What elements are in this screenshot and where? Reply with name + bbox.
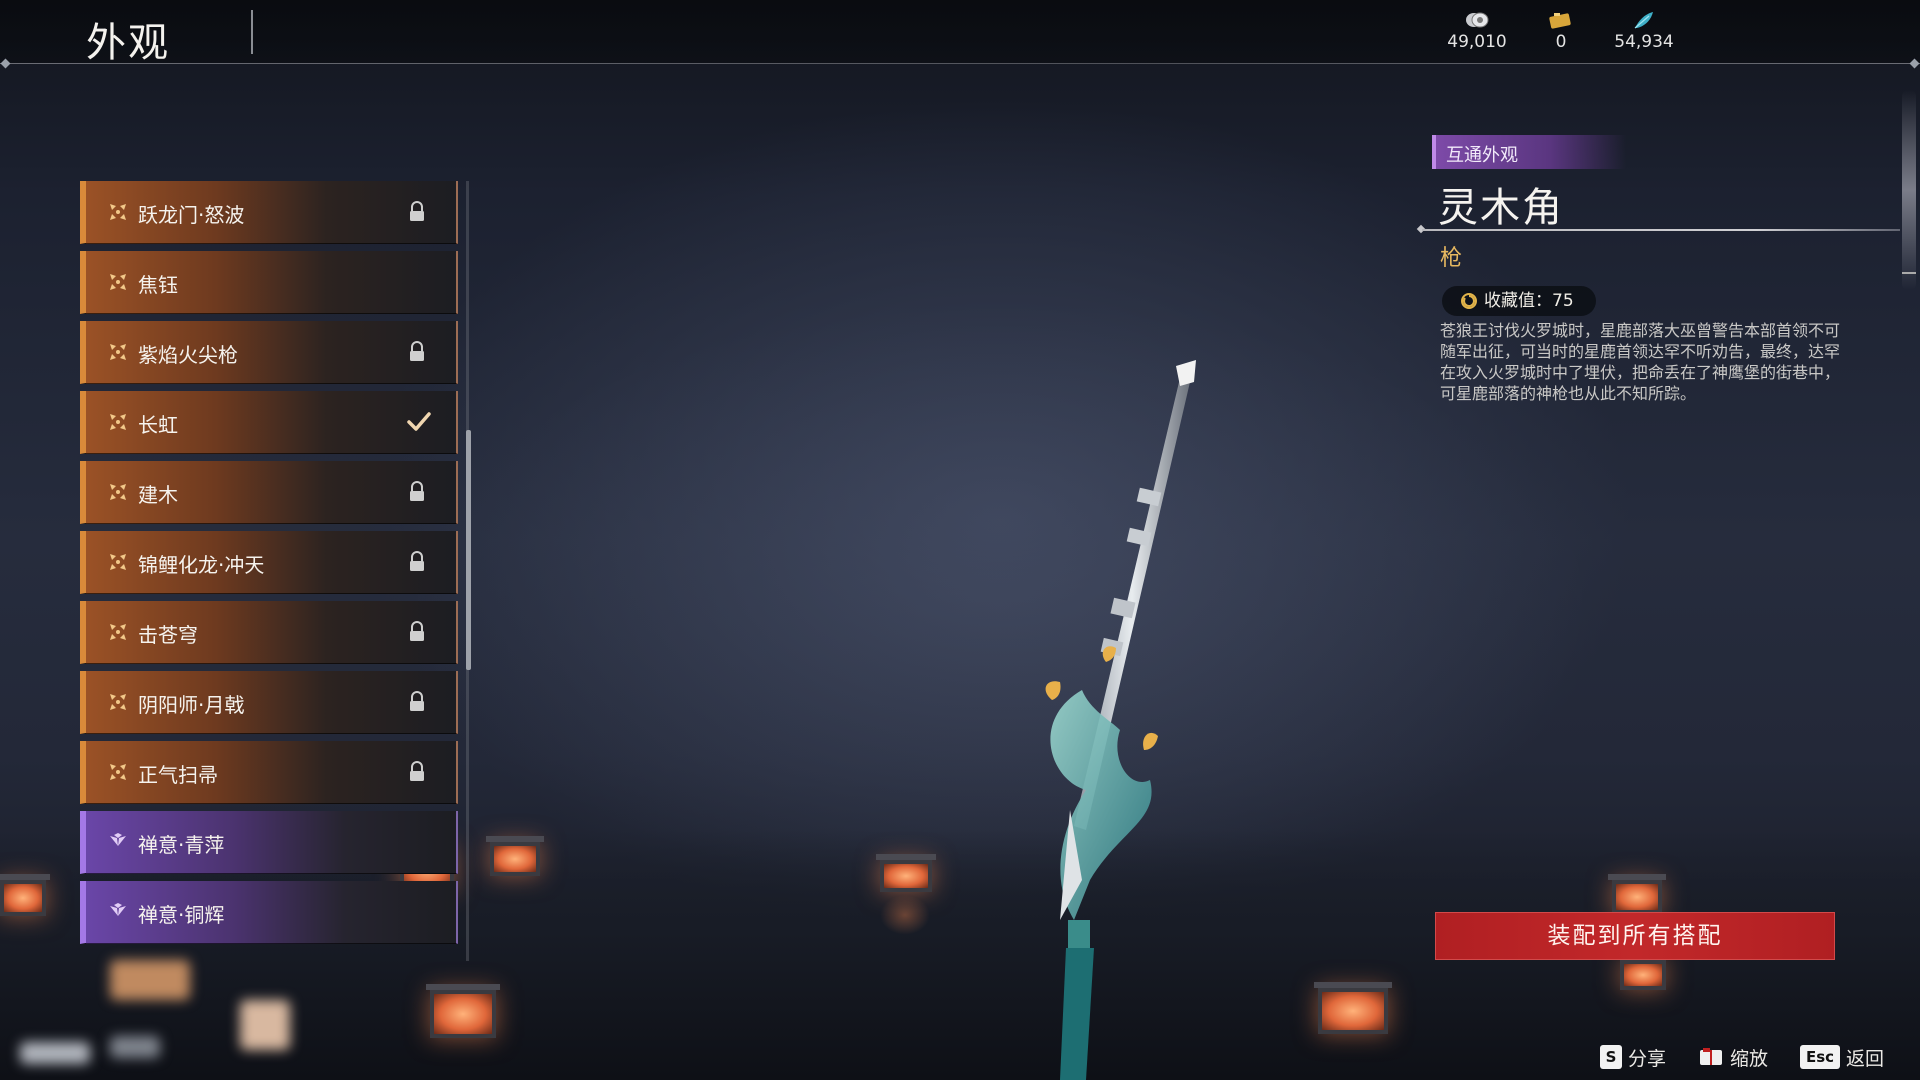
floating-lantern [1616, 954, 1670, 990]
lantern-reflection [880, 895, 930, 935]
checkmark-icon [407, 412, 431, 431]
floating-lantern [876, 854, 936, 892]
appearance-name: 灵木角 [1438, 185, 1564, 231]
title-separator [251, 10, 253, 54]
rarity-orange-icon [110, 764, 126, 780]
rarity-orange-icon [110, 554, 126, 570]
rarity-orange-icon [110, 344, 126, 360]
floating-lantern [486, 836, 544, 876]
collection-value: 收藏值：75 [1442, 286, 1596, 316]
lock-icon [410, 691, 424, 711]
currency-ticket: 0 [1516, 10, 1606, 52]
coin-amount: 49,010 [1447, 32, 1507, 52]
list-item[interactable]: 正气扫帚 [80, 741, 458, 804]
back-label: 返回 [1846, 1047, 1885, 1070]
zoom-hint[interactable]: 缩放 [1698, 1043, 1768, 1071]
list-item-equipped[interactable]: 长虹 [80, 391, 458, 454]
zoom-label: 缩放 [1730, 1047, 1769, 1070]
feather-amount: 54,934 [1614, 32, 1674, 52]
currency-coin: 49,010 [1432, 10, 1522, 52]
list-item-label: 禅意·青萍 [138, 833, 225, 857]
floating-lantern [1314, 982, 1392, 1034]
floating-lantern [426, 984, 500, 1038]
lock-icon [410, 761, 424, 781]
lore-description: 苍狼王讨伐火罗城时，星鹿部落大巫曾警告本部首领不可随军出征，可当时的星鹿首领达罕… [1440, 321, 1841, 403]
equip-all-outfits-button[interactable]: 装配到所有搭配 [1435, 912, 1835, 960]
page-title: 外观 [86, 20, 170, 66]
lock-icon [410, 621, 424, 641]
rarity-orange-icon [110, 484, 126, 500]
list-item[interactable]: 禅意·铜辉 [80, 881, 458, 944]
list-scrollbar-thumb[interactable] [466, 430, 471, 670]
list-item-label: 紫焰火尖枪 [138, 343, 238, 367]
weapon-type: 枪 [1440, 246, 1463, 271]
list-item[interactable]: 锦鲤化龙·冲天 [80, 531, 458, 594]
list-item-label: 长虹 [138, 413, 178, 437]
list-item-label: 焦钰 [138, 273, 178, 297]
rarity-orange-icon [110, 414, 126, 430]
floating-lantern [1608, 874, 1666, 914]
list-item-label: 阴阳师·月戟 [138, 693, 245, 717]
collection-value-label: 收藏值：75 [1484, 291, 1574, 311]
blurred-avatar [240, 1000, 290, 1050]
list-item[interactable]: 跃龙门·怒波 [80, 181, 458, 244]
top-bar-divider [0, 63, 1920, 64]
floating-lantern [0, 874, 50, 916]
list-item-label: 正气扫帚 [138, 763, 218, 787]
feather-icon [1634, 12, 1653, 29]
list-item-label: 建木 [138, 483, 178, 507]
blurred-avatar [110, 1036, 160, 1058]
right-scroll-ornament [1902, 90, 1916, 290]
blurred-avatar [20, 1042, 90, 1064]
lock-icon [410, 551, 424, 571]
spear-model [1045, 360, 1196, 1080]
list-item[interactable]: 击苍穹 [80, 601, 458, 664]
list-item-label: 锦鲤化龙·冲天 [138, 553, 265, 577]
share-key: S [1600, 1045, 1622, 1069]
mouse-zoom-icon [1700, 1048, 1722, 1065]
list-item[interactable]: 建木 [80, 461, 458, 524]
rarity-orange-icon [110, 694, 126, 710]
lock-icon [410, 481, 424, 501]
ticket-icon [1549, 13, 1571, 29]
rarity-orange-icon [110, 274, 126, 290]
appearance-list[interactable]: 跃龙门·怒波 焦钰 紫焰火尖枪 长虹 建木 锦鲤化龙·冲天 击苍穹 阴阳师·月戟… [80, 181, 460, 961]
share-hint[interactable]: S 分享 [1600, 1043, 1666, 1071]
list-item-label: 禅意·铜辉 [138, 903, 225, 927]
esc-key: Esc [1800, 1045, 1840, 1069]
crossplay-tag: 互通外观 [1432, 135, 1626, 169]
lock-icon [410, 201, 424, 221]
currency-feather: 54,934 [1599, 10, 1689, 52]
list-item-label: 击苍穹 [138, 623, 198, 647]
lock-icon [410, 341, 424, 361]
right-scroll-tick [1902, 272, 1916, 274]
ticket-amount: 0 [1555, 32, 1567, 52]
list-item-label: 跃龙门·怒波 [138, 203, 245, 227]
list-item[interactable]: 焦钰 [80, 251, 458, 314]
blurred-avatar [110, 960, 190, 1000]
list-item[interactable]: 紫焰火尖枪 [80, 321, 458, 384]
back-hint[interactable]: Esc 返回 [1800, 1043, 1884, 1071]
share-label: 分享 [1628, 1047, 1667, 1070]
detail-divider [1422, 229, 1900, 231]
collection-icon [1461, 293, 1477, 309]
rarity-purple-icon [110, 833, 126, 846]
rarity-purple-icon [110, 903, 126, 916]
rarity-orange-icon [110, 624, 126, 640]
list-item[interactable]: 禅意·青萍 [80, 811, 458, 874]
coin-icon [1466, 12, 1489, 28]
rarity-orange-icon [110, 204, 126, 220]
crossplay-tag-label: 互通外观 [1446, 145, 1518, 166]
list-item[interactable]: 阴阳师·月戟 [80, 671, 458, 734]
